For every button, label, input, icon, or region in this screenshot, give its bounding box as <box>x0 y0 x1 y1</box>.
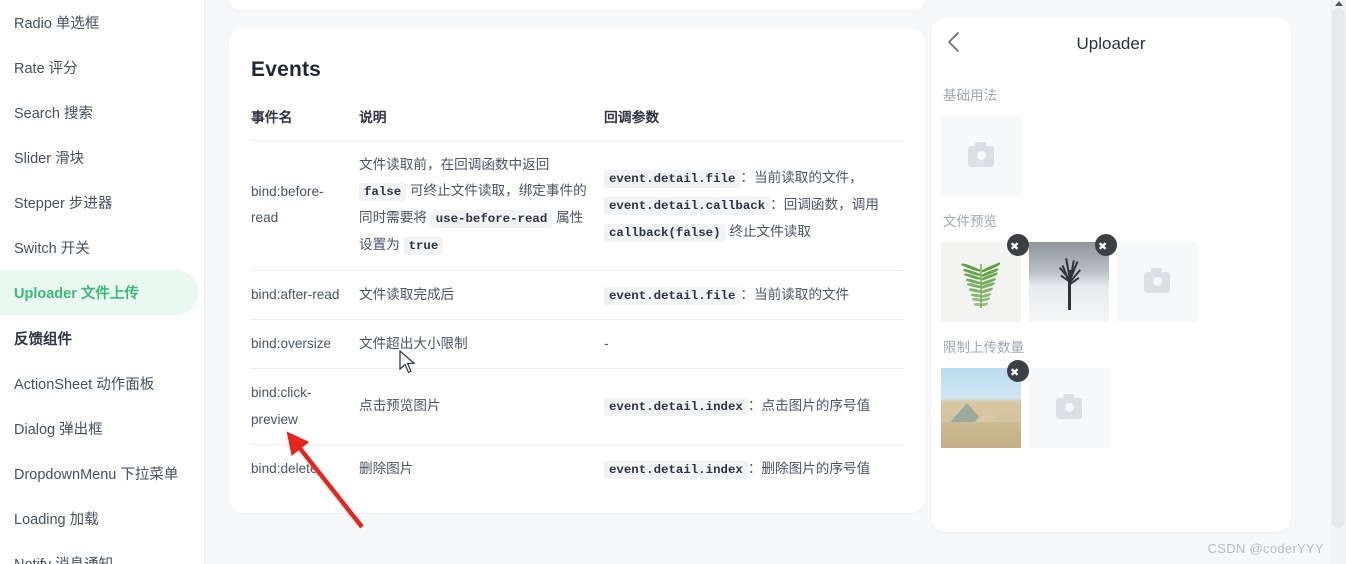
sidebar-item-9[interactable]: Dialog 弹出框 <box>0 406 204 451</box>
inline-code: event.detail.file <box>604 170 741 189</box>
sidebar-item-label: Switch 开关 <box>14 241 90 257</box>
sidebar-item-label: Slider 滑块 <box>14 151 85 167</box>
table-row: bind:after-read 文件读取完成后 event.detail.file：… <box>251 270 903 321</box>
main-content: Events 事件名 说明 回调参数 bind:before-read 文件读取前… <box>205 0 1346 564</box>
event-description-cell: 删除图片 <box>359 460 414 476</box>
event-description-cell: 文件超出大小限制 <box>359 319 604 370</box>
sidebar-item-label: Dialog 弹出框 <box>14 422 103 438</box>
event-callback-cell: event.detail.index ：删除图片的序号值 <box>604 444 903 493</box>
upload-add-slot[interactable] <box>941 116 1021 196</box>
close-icon[interactable]: ✖ <box>1007 360 1029 382</box>
thumbnail-image <box>941 368 1021 448</box>
component-preview-panel: Uploader 基础用法 文件预览 ✖ ✖ 限制上传数量 ✖ <box>931 18 1291 532</box>
uploader-slot-row <box>941 116 1281 196</box>
preview-body: 基础用法 文件预览 ✖ ✖ 限制上传数量 ✖ <box>931 84 1291 448</box>
sidebar-item-2[interactable]: Search 搜索 <box>0 90 204 135</box>
preview-title: Uploader <box>1076 34 1146 53</box>
inline-code: use-before-read <box>430 209 553 228</box>
sidebar-item-label: ActionSheet 动作面板 <box>14 377 155 393</box>
inline-code: event.detail.file <box>604 286 741 305</box>
sidebar-item-5[interactable]: Switch 开关 <box>0 225 204 270</box>
inline-code: event.detail.callback <box>604 196 771 215</box>
thumbnail-image <box>941 242 1021 322</box>
sidebar-item-3[interactable]: Slider 滑块 <box>0 135 204 180</box>
preview-section-label: 限制上传数量 <box>943 340 1024 355</box>
column-header-callback-params: 回调参数 <box>604 106 903 141</box>
page-title: Events <box>251 58 322 81</box>
preview-header: Uploader <box>931 18 1291 70</box>
event-callback-cell: - <box>604 319 903 370</box>
thumbnail-image <box>1029 242 1109 322</box>
event-callback-cell: event.detail.file ：当前读取的文件， event.detail.… <box>604 140 903 271</box>
uploaded-file-preview[interactable]: ✖ <box>941 360 1029 448</box>
sidebar-item-8[interactable]: ActionSheet 动作面板 <box>0 361 204 406</box>
table-row: bind:before-read 文件读取前，在回调函数中返回 false 可终止… <box>251 140 903 271</box>
upload-add-slot[interactable] <box>1029 368 1109 448</box>
sidebar-item-1[interactable]: Rate 评分 <box>0 45 204 90</box>
inline-code: callback(false) <box>604 223 726 242</box>
sidebar-item-11[interactable]: Loading 加载 <box>0 496 204 541</box>
sidebar-item-4[interactable]: Stepper 步进器 <box>0 180 204 225</box>
sidebar-group-label: 反馈组件 <box>0 315 204 361</box>
event-name-cell: bind:oversize <box>251 319 359 370</box>
inline-code: true <box>403 236 444 255</box>
event-name-cell: bind:delete <box>251 460 318 476</box>
scroll-up-arrow-icon[interactable] <box>1335 1 1343 6</box>
sidebar-item-0[interactable]: Radio 单选框 <box>0 0 204 45</box>
column-header-description: 说明 <box>359 106 604 141</box>
uploader-slot-row: ✖ ✖ <box>941 234 1281 322</box>
uploaded-file-preview[interactable]: ✖ <box>941 234 1029 322</box>
event-description-cell: 点击预览图片 <box>359 368 604 445</box>
events-table-body: bind:before-read 文件读取前，在回调函数中返回 false 可终止… <box>251 140 903 494</box>
event-callback-cell: event.detail.index ：点击图片的序号值 <box>604 368 903 445</box>
upload-add-slot[interactable] <box>1117 242 1197 322</box>
doc-column: Events 事件名 说明 回调参数 bind:before-read 文件读取前… <box>229 0 925 514</box>
preview-section-label: 文件预览 <box>943 214 997 229</box>
app-root: Radio 单选框 Rate 评分 Search 搜索 Slider 滑块 Steppe… <box>0 0 1346 564</box>
uploader-slot-row: ✖ <box>941 360 1281 448</box>
sidebar-item-label: 反馈组件 <box>14 331 72 348</box>
event-name-cell: bind:after-read <box>251 270 359 321</box>
event-name-cell: bind:before-read <box>251 140 359 271</box>
event-callback-cell: event.detail.file ：当前读取的文件 <box>604 270 903 321</box>
camera-icon <box>968 141 994 167</box>
sidebar-item-12[interactable]: Notify 消息通知 <box>0 541 204 564</box>
vertical-scrollbar-thumb[interactable] <box>1332 8 1345 528</box>
sidebar-nav: Radio 单选框 Rate 评分 Search 搜索 Slider 滑块 Steppe… <box>0 0 205 564</box>
camera-icon <box>1144 267 1170 293</box>
camera-icon <box>1056 393 1082 419</box>
sidebar-item-6[interactable]: Uploader 文件上传 <box>0 270 198 315</box>
close-icon[interactable]: ✖ <box>1095 234 1117 256</box>
inline-code: false <box>359 183 407 202</box>
table-row: bind:delete 删除图片 event.detail.index ：删除图片的序… <box>251 444 903 493</box>
sidebar-item-label: Radio 单选框 <box>14 16 100 32</box>
table-row: bind:click-preview 点击预览图片 event.detail.ind… <box>251 368 903 445</box>
sidebar-item-label: Search 搜索 <box>14 106 93 122</box>
table-header-row: 事件名 说明 回调参数 <box>251 106 903 141</box>
watermark: CSDN @coderYYY <box>1207 541 1324 556</box>
sidebar-item-label: Notify 消息通知 <box>14 553 113 564</box>
sidebar-item-label: Uploader 文件上传 <box>14 286 139 302</box>
event-description-cell: 文件读取前，在回调函数中返回 false 可终止文件读取，绑定事件的同时需要将 … <box>359 140 604 271</box>
close-icon[interactable]: ✖ <box>1007 234 1029 256</box>
sidebar-item-list: Radio 单选框 Rate 评分 Search 搜索 Slider 滑块 Steppe… <box>0 0 204 564</box>
sidebar-item-label: Stepper 步进器 <box>14 196 113 212</box>
table-row: bind:oversize 文件超出大小限制 - <box>251 319 903 370</box>
inline-code: event.detail.index <box>604 460 748 479</box>
inline-code: event.detail.index <box>604 398 748 417</box>
preview-section-label: 基础用法 <box>943 88 997 103</box>
events-table: 事件名 说明 回调参数 bind:before-read 文件读取前，在回调函数中… <box>251 106 903 493</box>
event-description-cell: 文件读取完成后 <box>359 270 604 321</box>
events-card: Events 事件名 说明 回调参数 bind:before-read 文件读取前… <box>229 28 925 514</box>
sidebar-item-label: Loading 加载 <box>14 512 99 528</box>
event-name-cell: bind:click-preview <box>251 368 359 445</box>
sidebar-item-10[interactable]: DropdownMenu 下拉菜单 <box>0 451 204 496</box>
uploaded-file-preview[interactable]: ✖ <box>1029 234 1117 322</box>
sidebar-item-label: Rate 评分 <box>14 61 78 77</box>
sidebar-item-label: DropdownMenu 下拉菜单 <box>14 467 179 483</box>
column-header-event-name: 事件名 <box>251 106 359 141</box>
vertical-scrollbar[interactable] <box>1331 0 1346 564</box>
previous-card-tail <box>229 0 925 10</box>
